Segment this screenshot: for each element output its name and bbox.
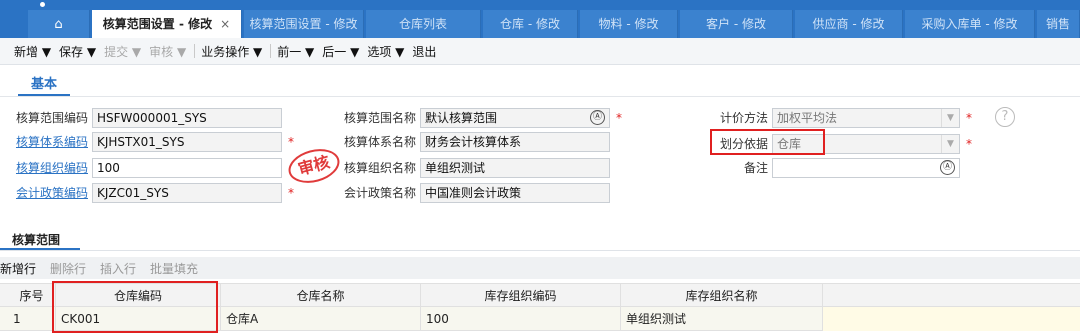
policy-code-link[interactable]: 会计政策编码 bbox=[0, 182, 88, 204]
audit-button[interactable]: 审核 ▼ bbox=[149, 43, 186, 60]
tab-scope-setting-edit-active[interactable]: 核算范围设置 - 修改 × bbox=[92, 10, 242, 38]
previous-button[interactable]: 前一 ▼ bbox=[277, 43, 314, 60]
header-inventory-org-code[interactable]: 库存组织编码 bbox=[421, 284, 621, 308]
divider bbox=[0, 96, 1080, 97]
tab-label: 仓库 - 修改 bbox=[500, 17, 560, 31]
required-mark: * bbox=[966, 111, 972, 125]
close-icon[interactable]: × bbox=[220, 17, 230, 31]
org-name-field[interactable]: 单组织测试 bbox=[420, 158, 610, 178]
header-inventory-org-name[interactable]: 库存组织名称 bbox=[621, 284, 823, 308]
tab-label: 采购入库单 - 修改 bbox=[921, 17, 1018, 31]
tab-purchase-receipt-edit[interactable]: 采购入库单 - 修改 bbox=[905, 10, 1035, 38]
cell-seq: 1 bbox=[8, 307, 56, 331]
tab-label: 供应商 - 修改 bbox=[812, 17, 885, 31]
multilang-icon[interactable]: Ⓐ bbox=[940, 160, 955, 175]
multilang-icon[interactable]: Ⓐ bbox=[590, 110, 605, 125]
tab-label: 核算范围设置 - 修改 bbox=[249, 17, 358, 31]
tab-accounting-scope[interactable]: 核算范围 bbox=[0, 230, 80, 250]
system-name-field[interactable]: 财务会计核算体系 bbox=[420, 132, 610, 152]
delete-row-button[interactable]: 删除行 bbox=[50, 260, 86, 277]
policy-name-label: 会计政策名称 bbox=[343, 186, 416, 200]
chevron-down-icon[interactable]: ▼ bbox=[941, 109, 959, 127]
submit-button[interactable]: 提交 ▼ bbox=[104, 43, 141, 60]
remark-label: 备注 bbox=[743, 161, 768, 175]
cell-empty bbox=[823, 307, 1080, 331]
toolbar-divider bbox=[194, 44, 196, 58]
policy-name-field[interactable]: 中国准则会计政策 bbox=[420, 183, 610, 203]
save-button[interactable]: 保存 ▼ bbox=[59, 43, 96, 60]
home-tab[interactable]: ⌂ bbox=[28, 10, 90, 38]
header-warehouse-name[interactable]: 仓库名称 bbox=[221, 284, 421, 308]
org-code-link[interactable]: 核算组织编码 bbox=[0, 157, 88, 179]
chevron-down-icon[interactable]: ▼ bbox=[941, 135, 959, 153]
required-mark: * bbox=[616, 111, 622, 125]
toolbar-divider bbox=[270, 44, 272, 58]
add-row-button[interactable]: 新增行 bbox=[0, 260, 36, 277]
highlight-box-warehouse-code bbox=[52, 281, 218, 333]
system-code-field[interactable]: KJHSTX01_SYS bbox=[92, 132, 282, 152]
required-mark: * bbox=[966, 137, 972, 151]
tab-scope-setting-edit[interactable]: 核算范围设置 - 修改 bbox=[244, 10, 364, 38]
help-icon[interactable]: ? bbox=[995, 107, 1015, 127]
tab-material-edit[interactable]: 物料 - 修改 bbox=[580, 10, 678, 38]
org-name-label: 核算组织名称 bbox=[343, 161, 416, 175]
options-button[interactable]: 选项 ▼ bbox=[367, 43, 404, 60]
tab-label: 销售 bbox=[1045, 17, 1070, 31]
next-button[interactable]: 后一 ▼ bbox=[322, 43, 359, 60]
policy-code-field[interactable]: KJZC01_SYS bbox=[92, 183, 282, 203]
tab-label: 客户 - 修改 bbox=[706, 17, 766, 31]
remark-field[interactable]: Ⓐ bbox=[772, 158, 960, 178]
grid-toolbar: 新增行 删除行 插入行 批量填充 bbox=[0, 257, 1080, 279]
home-icon: ⌂ bbox=[54, 17, 63, 32]
required-mark: * bbox=[288, 186, 294, 200]
indicator-dot bbox=[40, 2, 45, 7]
system-code-link[interactable]: 核算体系编码 bbox=[0, 131, 88, 153]
tab-basic[interactable]: 基本 bbox=[18, 74, 70, 96]
header-seq[interactable]: 序号 bbox=[8, 284, 56, 308]
tab-warehouse-edit[interactable]: 仓库 - 修改 bbox=[483, 10, 578, 38]
scope-name-value: 默认核算范围 bbox=[425, 111, 498, 125]
tab-supplier-edit[interactable]: 供应商 - 修改 bbox=[795, 10, 903, 38]
required-mark: * bbox=[288, 135, 294, 149]
cell-warehouse-name[interactable]: 仓库A bbox=[221, 307, 421, 331]
scope-code-field[interactable]: HSFW000001_SYS bbox=[92, 108, 282, 128]
scope-code-label: 核算范围编码 bbox=[15, 111, 88, 125]
header-empty bbox=[823, 284, 1080, 308]
cell-inventory-org-code[interactable]: 100 bbox=[421, 307, 621, 331]
new-button[interactable]: 新增 ▼ bbox=[14, 43, 51, 60]
tab-label: 核算范围设置 - 修改 bbox=[102, 17, 213, 31]
tab-label: 物料 - 修改 bbox=[598, 17, 659, 31]
tab-customer-edit[interactable]: 客户 - 修改 bbox=[680, 10, 793, 38]
business-ops-button[interactable]: 业务操作 ▼ bbox=[201, 43, 262, 60]
tab-bar: ⌂ 核算范围设置 - 修改 × 核算范围设置 - 修改 仓库列表 仓库 - 修改 … bbox=[0, 0, 1080, 38]
divider bbox=[0, 250, 1080, 251]
pricing-method-select[interactable]: 加权平均法 ▼ bbox=[772, 108, 960, 128]
scope-name-label: 核算范围名称 bbox=[343, 111, 416, 125]
tab-warehouse-list[interactable]: 仓库列表 bbox=[366, 10, 481, 38]
org-code-field[interactable]: 100 bbox=[92, 158, 282, 178]
toolbar: 新增 ▼ 保存 ▼ 提交 ▼ 审核 ▼ 业务操作 ▼ 前一 ▼ 后一 ▼ 选项 … bbox=[0, 38, 1080, 65]
highlight-box-division bbox=[710, 129, 825, 155]
tab-sales[interactable]: 销售 bbox=[1037, 10, 1080, 38]
system-name-label: 核算体系名称 bbox=[343, 135, 416, 149]
tab-label: 仓库列表 bbox=[398, 17, 447, 31]
batch-fill-button[interactable]: 批量填充 bbox=[150, 260, 198, 277]
exit-button[interactable]: 退出 bbox=[412, 43, 436, 60]
insert-row-button[interactable]: 插入行 bbox=[100, 260, 136, 277]
pricing-method-label: 计价方法 bbox=[719, 111, 768, 125]
cell-inventory-org-name[interactable]: 单组织测试 bbox=[621, 307, 823, 331]
pricing-method-value: 加权平均法 bbox=[777, 111, 838, 125]
scope-name-field[interactable]: 默认核算范围 Ⓐ bbox=[420, 108, 610, 128]
